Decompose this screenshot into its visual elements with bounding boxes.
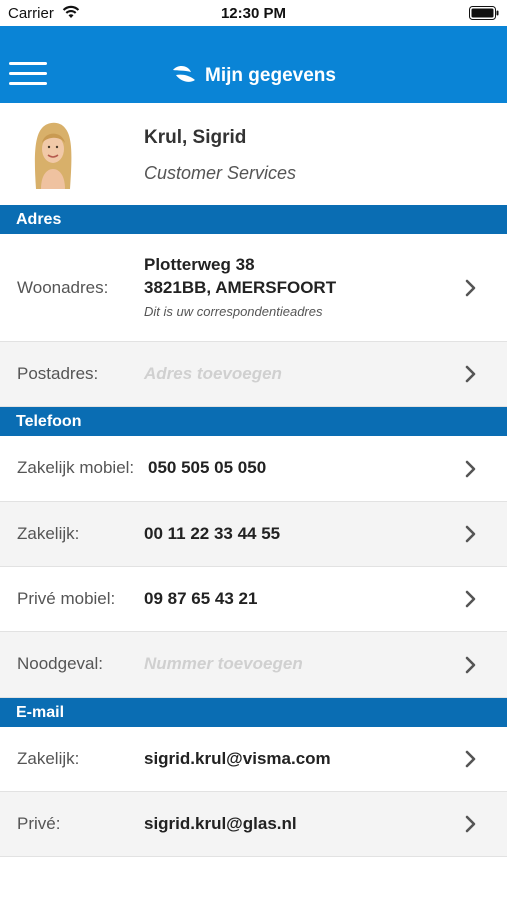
private-email-value: sigrid.krul@glas.nl — [144, 814, 297, 833]
profile-name: Krul, Sigrid — [144, 127, 247, 148]
private-email-label: Privé: — [17, 814, 61, 833]
work-email-row[interactable]: Zakelijk: sigrid.krul@visma.com — [0, 727, 507, 792]
chevron-right-icon — [465, 750, 476, 768]
status-bar: Carrier 12:30 PM — [0, 0, 507, 26]
section-header-email: E-mail — [0, 698, 507, 727]
work-mobile-row[interactable]: Zakelijk mobiel: 050 505 05 050 — [0, 436, 507, 502]
private-mobile-value: 09 87 65 43 21 — [144, 589, 258, 608]
home-address-label: Woonadres: — [17, 278, 109, 297]
chevron-right-icon — [465, 656, 476, 674]
chevron-right-icon — [465, 590, 476, 608]
work-email-value: sigrid.krul@visma.com — [144, 749, 331, 768]
chevron-right-icon — [465, 815, 476, 833]
emergency-phone-row[interactable]: Noodgeval: Nummer toevoegen — [0, 632, 507, 698]
work-email-label: Zakelijk: — [17, 749, 80, 768]
correspondence-note: Dit is uw correspondentieadres — [144, 304, 323, 319]
section-header-telefoon: Telefoon — [0, 407, 507, 436]
avatar — [28, 119, 78, 189]
private-email-row[interactable]: Privé: sigrid.krul@glas.nl — [0, 792, 507, 857]
profile-role: Customer Services — [144, 163, 297, 183]
private-mobile-label: Privé mobiel: — [17, 589, 116, 608]
work-phone-value: 00 11 22 33 44 55 — [144, 524, 281, 543]
work-mobile-label: Zakelijk mobiel: — [17, 458, 135, 477]
home-address-line2: 3821BB, AMERSFOORT — [144, 278, 337, 297]
work-phone-row[interactable]: Zakelijk: 00 11 22 33 44 55 — [0, 502, 507, 567]
chevron-right-icon — [465, 460, 476, 478]
page-title: Mijn gegevens — [205, 65, 336, 86]
emergency-phone-label: Noodgeval: — [17, 654, 104, 673]
visma-logo-icon — [173, 66, 196, 82]
home-address-line1: Plotterweg 38 — [144, 255, 255, 274]
nav-bar: Mijn gegevens — [0, 26, 507, 103]
private-mobile-row[interactable]: Privé mobiel: 09 87 65 43 21 — [0, 567, 507, 632]
postal-address-label: Postadres: — [17, 364, 99, 383]
chevron-right-icon — [465, 525, 476, 543]
postal-address-placeholder: Adres toevoegen — [144, 364, 282, 383]
profile-header: Krul, Sigrid Customer Services — [0, 103, 507, 205]
work-phone-label: Zakelijk: — [17, 524, 80, 543]
status-time: 12:30 PM — [220, 5, 287, 22]
chevron-right-icon — [465, 279, 476, 297]
chevron-right-icon — [465, 365, 476, 383]
battery-icon — [469, 6, 499, 20]
section-header-adres: Adres — [0, 205, 507, 234]
postal-address-row[interactable]: Postadres: Adres toevoegen — [0, 342, 507, 407]
nav-title-group: Mijn gegevens — [0, 64, 507, 87]
emergency-phone-placeholder: Nummer toevoegen — [144, 654, 303, 673]
work-mobile-value: 050 505 05 050 — [148, 458, 267, 477]
home-address-row[interactable]: Woonadres: Plotterweg 38 3821BB, AMERSFO… — [0, 234, 507, 342]
